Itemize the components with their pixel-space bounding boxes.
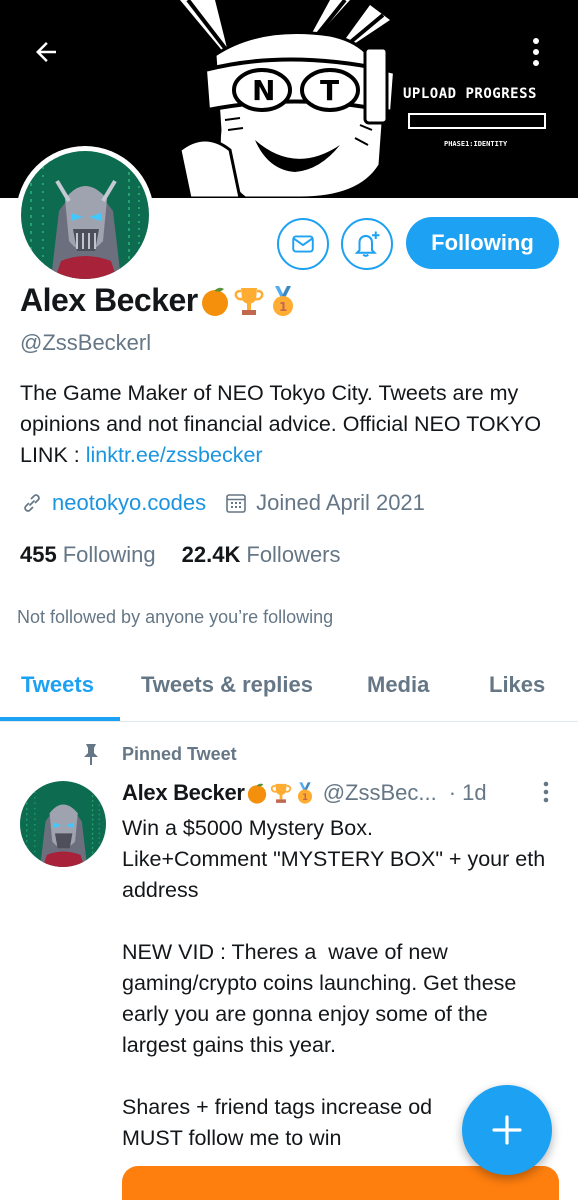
profile-tabs: Tweets Tweets & replies Media Likes	[0, 662, 578, 722]
svg-text:1: 1	[279, 300, 287, 314]
message-button[interactable]	[277, 218, 329, 270]
banner-logo-t: T	[320, 74, 339, 107]
bell-plus-icon	[354, 231, 380, 257]
avatar-image	[20, 781, 106, 867]
trophy-icon	[269, 781, 293, 805]
back-button[interactable]	[24, 30, 68, 74]
calendar-icon	[226, 494, 246, 513]
banner-logo-n: N	[252, 74, 275, 107]
profile-meta: neotokyo.codes Joined April 2021	[20, 490, 425, 516]
tweet-author-handle: @ZssBec...	[322, 780, 437, 805]
profile-handle: @ZssBeckerl	[20, 330, 152, 355]
followers-count-link[interactable]: 22.4K Followers	[182, 542, 341, 568]
more-options-button[interactable]	[514, 30, 558, 74]
following-count-link[interactable]: 455 Following	[20, 542, 156, 568]
more-vertical-icon	[543, 781, 549, 803]
tweet-author-avatar[interactable]	[20, 781, 106, 867]
bio-link[interactable]: linktr.ee/zssbecker	[86, 443, 263, 467]
tweet-more-button[interactable]	[536, 780, 556, 804]
tab-tweets-replies[interactable]: Tweets & replies	[141, 672, 313, 698]
tweet-author-name[interactable]: Alex Becker	[122, 780, 245, 806]
tab-tweets[interactable]: Tweets	[21, 672, 94, 698]
follow-counts: 455 Following 22.4K Followers	[20, 542, 341, 568]
notifications-button[interactable]	[341, 218, 393, 270]
website-link[interactable]: neotokyo.codes	[52, 490, 206, 516]
profile-bio: The Game Maker of NEO Tokyo City. Tweets…	[20, 378, 560, 471]
pinned-label: Pinned Tweet	[122, 743, 237, 764]
active-tab-indicator	[0, 717, 120, 721]
trophy-icon	[232, 284, 266, 318]
envelope-icon	[292, 235, 314, 253]
tab-likes[interactable]: Likes	[489, 672, 545, 698]
profile-name-row: Alex Becker 1	[20, 282, 300, 319]
orange-fruit-icon	[245, 781, 269, 805]
profile-avatar[interactable]	[16, 146, 154, 284]
pinned-indicator: Pinned Tweet	[80, 742, 237, 766]
followers-count: 22.4K	[181, 542, 241, 567]
banner-upload-bar	[408, 113, 546, 129]
following-count: 455	[20, 542, 57, 567]
first-place-medal-icon: 1	[293, 781, 317, 805]
banner-upload-phase: PHASE1:IDENTITY	[444, 140, 508, 148]
orange-fruit-icon	[198, 284, 232, 318]
tab-media[interactable]: Media	[367, 672, 429, 698]
followers-label: Followers	[246, 542, 341, 567]
first-place-medal-icon: 1	[266, 284, 300, 318]
arrow-left-icon	[36, 42, 56, 62]
tweet-timestamp: · 1d	[448, 780, 487, 805]
following-button[interactable]: Following	[406, 217, 559, 269]
svg-text:1: 1	[302, 792, 308, 802]
mutual-followers-note: Not followed by anyone you’re following	[17, 607, 334, 627]
tweet-header: Alex Becker 1 @ZssBec... · 1d	[122, 780, 487, 806]
link-icon	[24, 494, 40, 512]
following-label: Following	[62, 542, 156, 567]
avatar-image	[21, 151, 149, 279]
pin-icon	[84, 744, 98, 765]
plus-icon	[492, 1115, 522, 1145]
compose-tweet-button[interactable]	[462, 1085, 552, 1175]
banner-upload-title: UPLOAD PROGRESS	[403, 86, 537, 102]
joined-date: Joined April 2021	[256, 490, 425, 515]
more-vertical-icon	[533, 38, 539, 66]
profile-name: Alex Becker	[20, 282, 198, 318]
